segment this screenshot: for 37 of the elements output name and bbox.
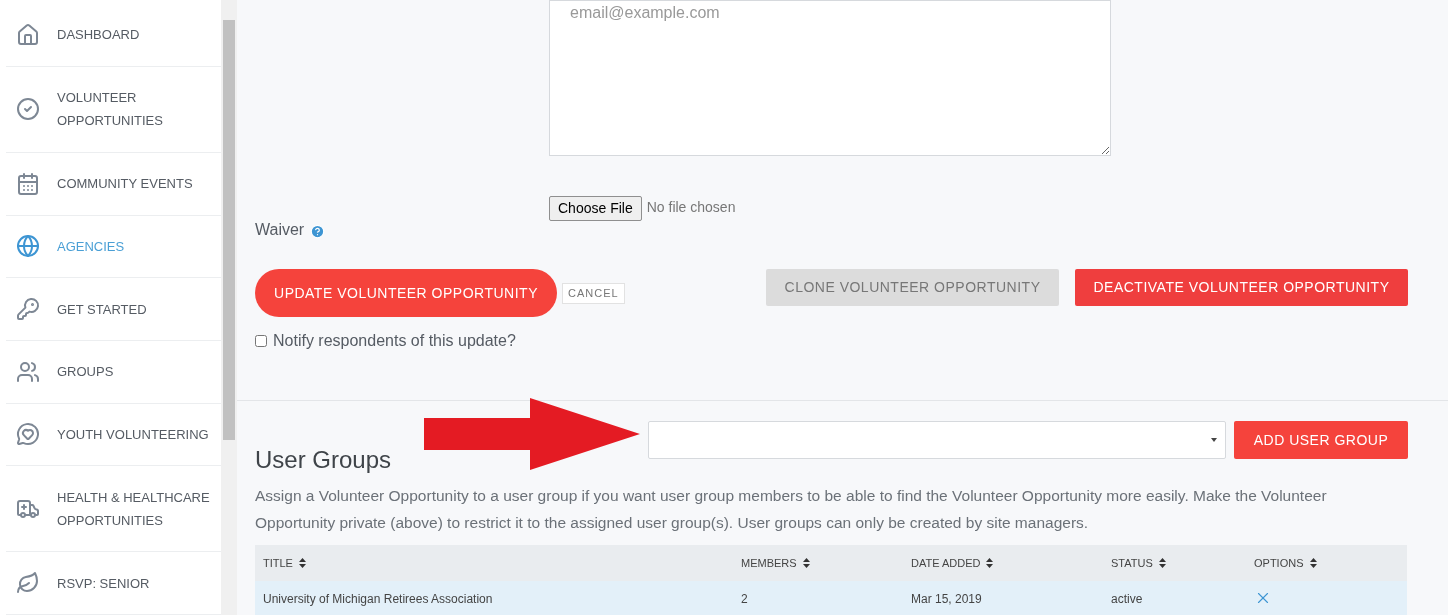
email-field[interactable]: email@example.com — [549, 0, 1111, 156]
table-cell: Mar 15, 2019 — [911, 592, 982, 606]
sort-icon[interactable] — [802, 558, 810, 568]
table-cell: 2 — [741, 592, 748, 606]
column-header[interactable]: TITLE — [263, 554, 293, 572]
column-header[interactable]: STATUS — [1111, 554, 1153, 572]
help-icon[interactable] — [310, 224, 326, 239]
dropdown-caret-icon — [1211, 438, 1217, 442]
table-cell: University of Michigan Retirees Association — [263, 592, 493, 606]
waiver-label: Waiver — [255, 220, 305, 240]
section-title: User Groups — [255, 445, 393, 475]
update-button[interactable]: UPDATE VOLUNTEER OPPORTUNITY — [255, 269, 557, 317]
people-icon — [16, 359, 40, 384]
key-icon — [16, 297, 40, 321]
scrollbar[interactable] — [221, 0, 237, 615]
sort-icon[interactable] — [986, 558, 994, 568]
deactivate-button[interactable]: DEACTIVATE VOLUNTEER OPPORTUNITY — [1075, 269, 1408, 306]
choose-file-button[interactable]: Choose File — [549, 196, 642, 221]
house-icon — [16, 22, 40, 47]
notify-label: Notify respondents of this update? — [273, 331, 516, 351]
column-header[interactable]: MEMBERS — [741, 554, 797, 572]
notify-checkbox[interactable] — [255, 335, 267, 347]
file-status: No file chosen — [646, 198, 736, 217]
table-cell: active — [1111, 592, 1143, 606]
sort-icon[interactable] — [1158, 558, 1166, 568]
leaf-icon — [16, 571, 40, 596]
cancel-button[interactable]: CANCEL — [562, 283, 625, 304]
section-description: Assign a Volunteer Opportunity to a user group if you want user group members to be able to find the Volunteer Opportunity more easily. Make the Volunteer Opportunity private (above) to restrict it to the assigned user group(s). User groups can only be created by site managers. — [255, 486, 1328, 533]
column-header[interactable]: DATE ADDED — [911, 554, 981, 572]
column-header[interactable]: OPTIONS — [1254, 554, 1304, 572]
table-row[interactable]: University of Michigan Retirees Association 2 Mar 15, 2019 active — [255, 581, 1407, 615]
checkmark-circle-icon — [16, 97, 40, 122]
add-user-group-button[interactable]: ADD USER GROUP — [1234, 421, 1408, 459]
calendar-icon — [16, 171, 40, 196]
heart-bubble-icon — [16, 422, 40, 447]
sort-icon[interactable] — [1309, 558, 1317, 568]
sort-icon[interactable] — [298, 558, 306, 568]
